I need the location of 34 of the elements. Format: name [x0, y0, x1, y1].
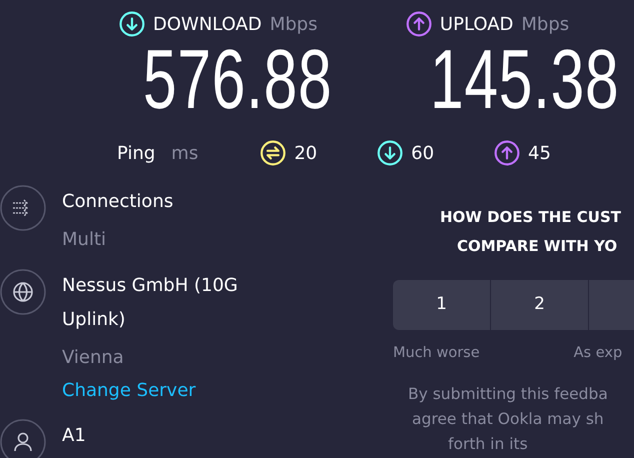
detail-title: Nessus GmbH (10G Uplink) — [62, 274, 239, 332]
globe-icon — [0, 269, 46, 315]
detail-subtitle: Multi — [62, 228, 107, 252]
ping-value: 60 — [411, 142, 434, 166]
metric-label: UPLOAD — [440, 12, 514, 36]
arrow-down-icon — [377, 140, 404, 166]
ping-value: 20 — [294, 142, 318, 166]
unit-label: Mbps — [270, 12, 318, 36]
notice-text: By submitting this feedba — [407, 384, 609, 405]
ping-label: Ping — [117, 142, 156, 166]
speed-value: 576.88 — [143, 44, 332, 114]
speed-value: 145.38 — [430, 44, 620, 114]
metric-label: DOWNLOAD — [153, 12, 262, 36]
notice-text: forth in its — [447, 434, 529, 455]
scale-label: Much worse — [393, 344, 480, 363]
arrow-down-icon — [119, 11, 145, 37]
arrow-up-icon — [406, 11, 432, 37]
question-text: HOW DOES THE CUST — [439, 207, 622, 228]
rating-button[interactable]: 1 — [393, 280, 490, 330]
arrow-up-icon — [494, 140, 520, 166]
detail-subtitle: Vienna — [62, 346, 125, 370]
question-text: COMPARE WITH YO — [456, 236, 618, 257]
unit-label: Mbps — [521, 12, 570, 36]
ping-value: 45 — [528, 142, 551, 166]
detail-title: Connections — [62, 190, 174, 214]
rating-button[interactable]: 2 — [491, 280, 588, 330]
person-icon — [0, 419, 46, 458]
change-server-link[interactable]: Change Server — [62, 380, 196, 401]
detail-title: A1 — [62, 424, 86, 448]
arrows-exchange-icon — [260, 140, 286, 166]
connections-icon — [0, 185, 46, 231]
scale-label: As exp — [574, 344, 622, 363]
notice-text: agree that Ookla may sh — [411, 408, 605, 430]
unit-label: ms — [171, 142, 198, 166]
